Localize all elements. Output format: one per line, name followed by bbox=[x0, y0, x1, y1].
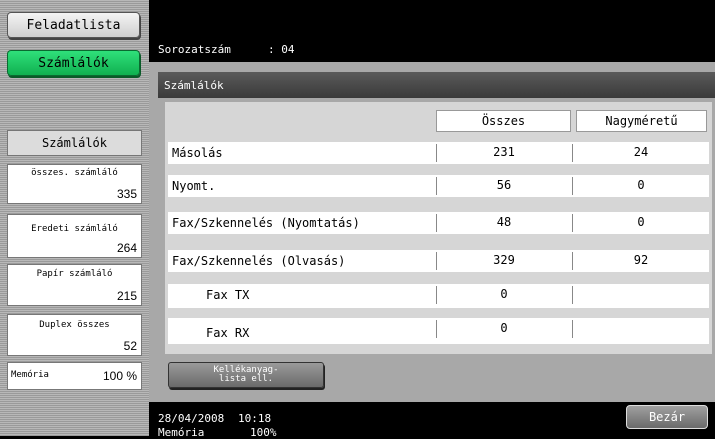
memory-value: 100 % bbox=[102, 369, 137, 383]
status-date: 28/04/2008 bbox=[158, 412, 225, 425]
column-header-total: Összes bbox=[436, 110, 571, 132]
table-row: Fax TX 0 bbox=[168, 284, 709, 308]
duplex-counter-label: Duplex összes bbox=[39, 320, 110, 330]
original-counter-label: Eredeti számláló bbox=[31, 224, 118, 234]
table-row: Fax/Szkennelés (Olvasás) 329 92 bbox=[168, 250, 709, 272]
total-counter-value: 335 bbox=[116, 187, 137, 201]
serial-value: : 04 bbox=[268, 43, 295, 56]
row-label: Fax RX bbox=[206, 326, 250, 340]
close-button[interactable]: Bezár bbox=[626, 405, 708, 429]
top-bar bbox=[149, 0, 715, 62]
supply-list-button[interactable]: Kellékanyag- lista ell. bbox=[168, 362, 324, 388]
total-counter-box: összes. számláló 335 bbox=[7, 164, 142, 204]
original-counter-value: 264 bbox=[116, 241, 137, 255]
row-label: Fax/Szkennelés (Nyomtatás) bbox=[172, 216, 360, 230]
row-large: 24 bbox=[633, 145, 649, 159]
sidebar-title: Számlálók bbox=[7, 130, 142, 156]
row-total: 48 bbox=[496, 215, 512, 229]
serial-label: Sorozatszám bbox=[158, 43, 231, 56]
row-large: 0 bbox=[637, 215, 645, 229]
row-label: Fax/Szkennelés (Olvasás) bbox=[172, 254, 346, 268]
row-total: 329 bbox=[493, 253, 515, 267]
status-memory-label: Memória bbox=[158, 426, 205, 439]
status-time: 10:18 bbox=[238, 412, 272, 425]
column-header-large: Nagyméretű bbox=[576, 110, 707, 132]
row-label: Másolás bbox=[172, 146, 223, 160]
table-row: Fax/Szkennelés (Nyomtatás) 48 0 bbox=[168, 212, 709, 234]
panel-title: Számlálók bbox=[158, 72, 715, 98]
paper-counter-box: Papír számláló 215 bbox=[7, 264, 142, 306]
status-memory-value: 100% bbox=[250, 426, 277, 439]
row-total: 0 bbox=[500, 287, 508, 301]
duplex-counter-value: 52 bbox=[123, 339, 137, 353]
row-label: Nyomt. bbox=[172, 179, 216, 193]
paper-counter-value: 215 bbox=[116, 289, 137, 303]
sidebar: Feladatlista Számlálók Számlálók összes.… bbox=[0, 0, 149, 436]
table-row: Másolás 231 24 bbox=[168, 142, 709, 164]
original-counter-box: Eredeti számláló 264 bbox=[7, 214, 142, 258]
duplex-counter-box: Duplex összes 52 bbox=[7, 314, 142, 356]
supply-list-button-label: Kellékanyag- lista ell. bbox=[213, 365, 279, 384]
memory-box: Memória 100 % bbox=[7, 362, 142, 390]
total-counter-label: összes. számláló bbox=[31, 168, 118, 178]
row-total: 0 bbox=[500, 321, 508, 335]
tab-counters[interactable]: Számlálók bbox=[7, 50, 140, 76]
tab-job-list[interactable]: Feladatlista bbox=[7, 12, 140, 38]
row-total: 56 bbox=[496, 178, 512, 192]
table-row: Fax RX 0 bbox=[168, 318, 709, 344]
row-large: 0 bbox=[637, 178, 645, 192]
row-total: 231 bbox=[493, 145, 515, 159]
paper-counter-label: Papír számláló bbox=[36, 269, 113, 279]
table-row: Nyomt. 56 0 bbox=[168, 175, 709, 197]
row-large: 92 bbox=[633, 253, 649, 267]
row-label: Fax TX bbox=[206, 288, 250, 302]
